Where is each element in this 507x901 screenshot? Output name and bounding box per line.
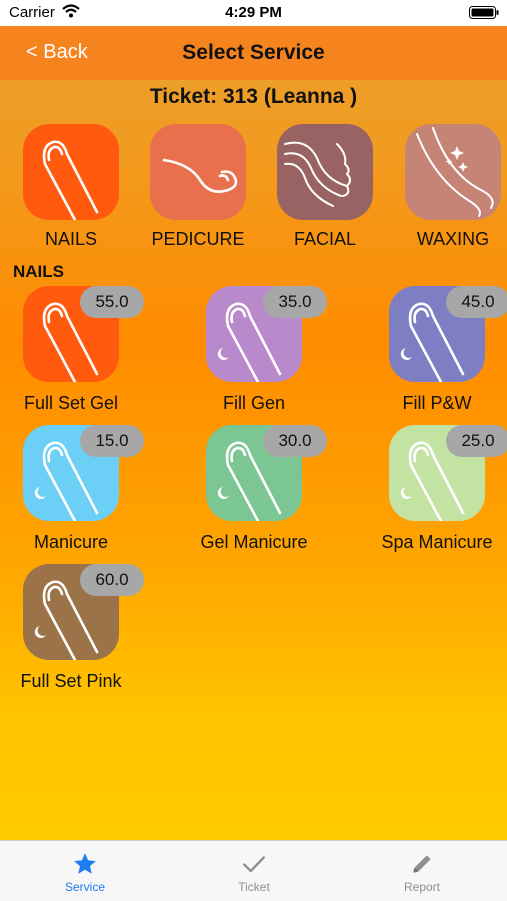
service-item[interactable]: 35.0 Fill Gen [169,286,339,414]
tab-ticket[interactable]: Ticket [204,841,304,894]
category-label: WAXING [416,229,490,249]
category-label: NAILS [44,229,98,249]
status-time: 4:29 PM [225,4,282,21]
service-item[interactable]: 30.0 Gel Manicure [169,425,339,553]
price-badge: 25.0 [446,425,507,457]
foot-icon [150,124,246,220]
service-label: Gel Manicure [200,532,308,552]
checkmark-icon [204,851,304,877]
category-nails[interactable]: NAILS [11,124,131,250]
price-badge: 15.0 [80,425,144,457]
leg-icon [405,124,501,220]
service-label: Fill P&W [402,393,472,413]
category-label: FACIAL [293,229,357,249]
category-pedicure[interactable]: PEDICURE [138,124,258,250]
service-item[interactable]: 55.0 Full Set Gel [0,286,156,414]
tab-report[interactable]: Report [372,841,472,894]
service-item[interactable]: 15.0 Manicure [0,425,156,553]
tab-label: Ticket [238,880,270,894]
service-item[interactable]: 25.0 Spa Manicure [352,425,507,553]
service-label: Full Set Gel [23,393,119,413]
tab-bar: Service Ticket Report [0,840,507,901]
category-label: PEDICURE [151,229,245,249]
price-badge: 60.0 [80,564,144,596]
price-badge: 45.0 [446,286,507,318]
category-facial[interactable]: FACIAL [265,124,385,250]
battery-icon [469,6,499,19]
status-bar: Carrier 4:29 PM [0,0,507,26]
price-badge: 35.0 [263,286,327,318]
section-header: NAILS [13,262,64,281]
tab-label: Service [64,880,105,894]
page-title: Select Service [182,41,325,64]
navigation-bar: < Back Select Service [0,26,507,80]
service-label: Spa Manicure [381,532,493,552]
star-icon [35,851,135,877]
price-badge: 55.0 [80,286,144,318]
ticket-label: Ticket: 313 (Leanna ) [149,85,358,108]
category-waxing[interactable]: WAXING [393,124,507,250]
service-label: Full Set Pink [20,671,122,691]
pencil-icon [372,851,472,877]
service-label: Fill Gen [222,393,285,413]
service-label: Manicure [33,532,109,552]
tab-label: Report [403,880,441,894]
nail-icon [23,124,119,220]
price-badge: 30.0 [263,425,327,457]
tab-service[interactable]: Service [35,841,135,894]
face-icon [277,124,373,220]
service-item[interactable]: 45.0 Fill P&W [352,286,507,414]
service-item[interactable]: 60.0 Full Set Pink [0,564,156,692]
